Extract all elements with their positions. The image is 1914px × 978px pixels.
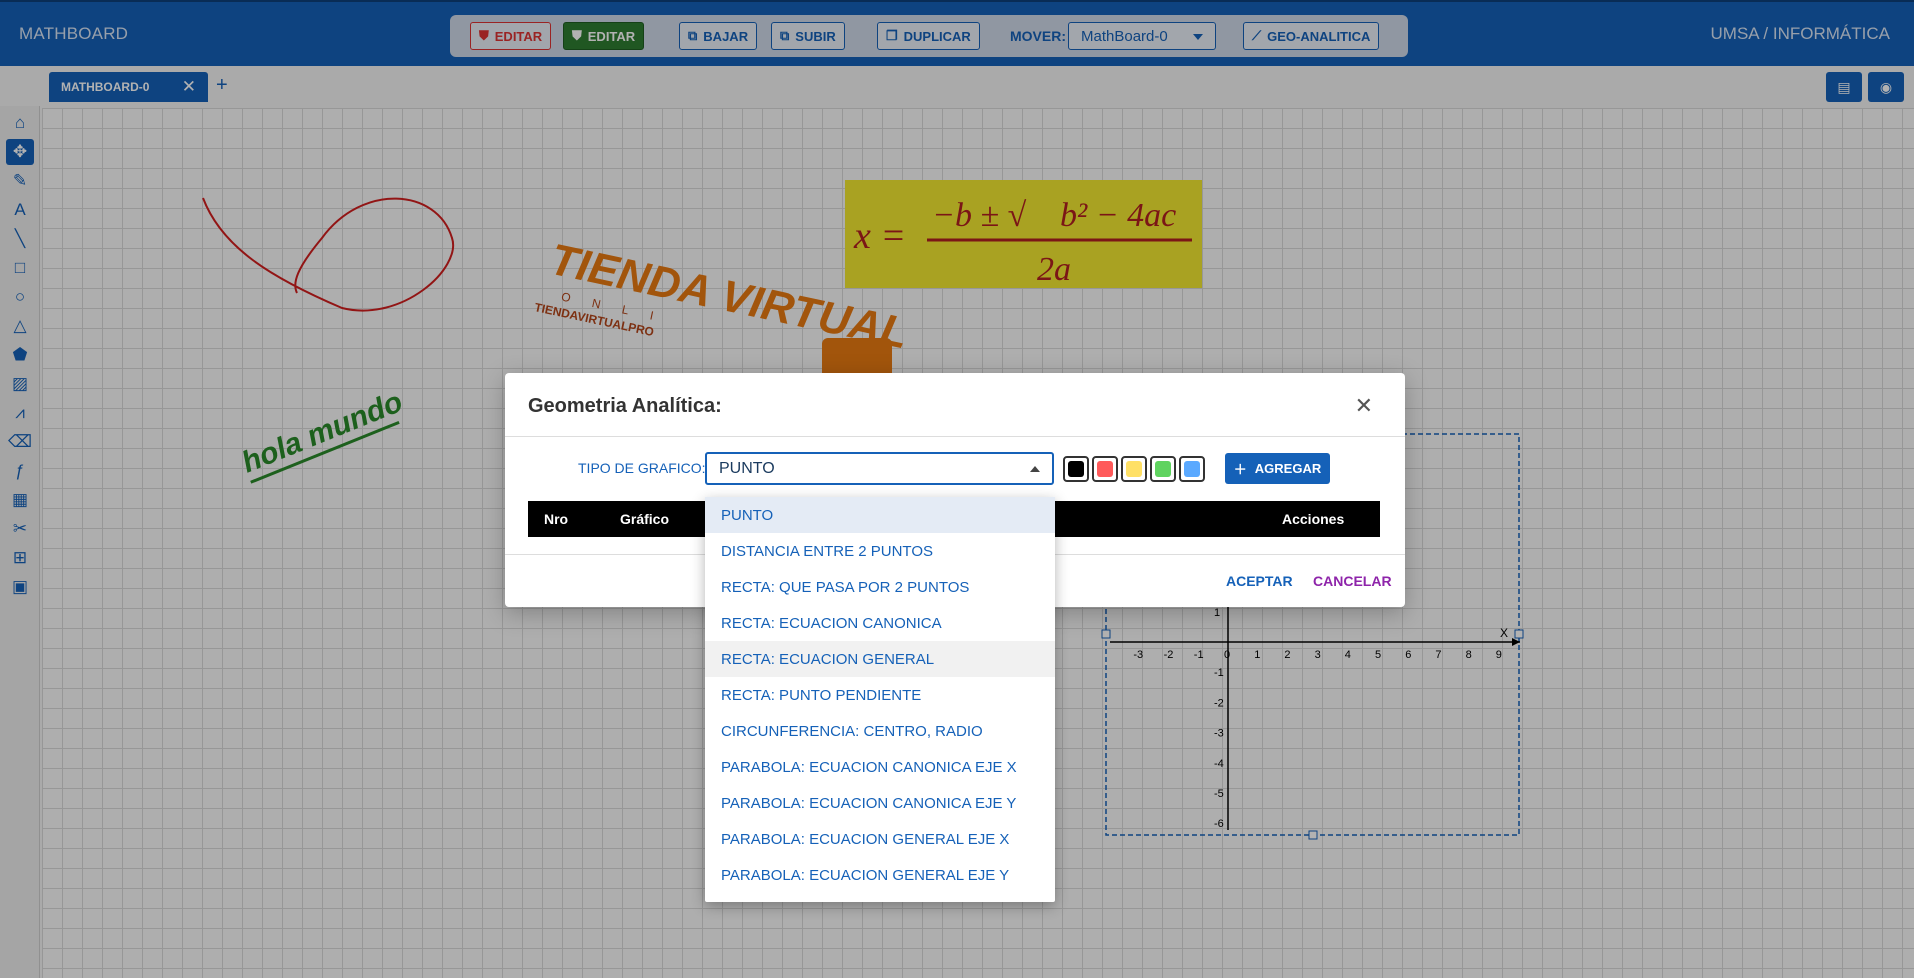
tipo-grafico-label: TIPO DE GRAFICO: — [578, 460, 706, 476]
plus-icon: ＋ — [1233, 462, 1247, 477]
dropdown-option[interactable]: PARABOLA: ECUACION CANONICA EJE X — [705, 749, 1055, 785]
close-icon[interactable]: ✕ — [1355, 393, 1373, 419]
agregar-button[interactable]: ＋ AGREGAR — [1225, 453, 1330, 484]
color-swatch-blue[interactable] — [1179, 456, 1205, 482]
dropdown-option[interactable]: CIRCUNFERENCIA: CENTRO, RADIO — [705, 713, 1055, 749]
tipo-grafico-select[interactable]: PUNTO — [705, 452, 1054, 485]
tipo-grafico-dropdown: PUNTO DISTANCIA ENTRE 2 PUNTOS RECTA: QU… — [705, 497, 1055, 902]
chevron-up-icon — [1030, 466, 1040, 472]
color-swatch-green[interactable] — [1150, 456, 1176, 482]
color-swatch-black[interactable] — [1063, 456, 1089, 482]
dropdown-option[interactable]: RECTA: ECUACION CANONICA — [705, 605, 1055, 641]
dropdown-option[interactable]: PARABOLA: ECUACION GENERAL EJE Y — [705, 857, 1055, 893]
dropdown-option[interactable]: RECTA: QUE PASA POR 2 PUNTOS — [705, 569, 1055, 605]
dropdown-option[interactable]: RECTA: PUNTO PENDIENTE — [705, 677, 1055, 713]
dropdown-option[interactable]: PARABOLA: ECUACION CANONICA EJE Y — [705, 785, 1055, 821]
dropdown-option[interactable]: DISTANCIA ENTRE 2 PUNTOS — [705, 533, 1055, 569]
dropdown-option[interactable]: RECTA: ECUACION GENERAL — [705, 641, 1055, 677]
divider — [505, 436, 1405, 437]
color-swatch-red[interactable] — [1092, 456, 1118, 482]
color-swatch-yellow[interactable] — [1121, 456, 1147, 482]
aceptar-button[interactable]: ACEPTAR — [1226, 573, 1293, 589]
col-acciones: Acciones — [1282, 511, 1345, 527]
dropdown-option[interactable]: PUNTO — [705, 497, 1055, 533]
col-nro: Nro — [544, 511, 569, 527]
dropdown-option[interactable]: PARABOLA: ECUACION GENERAL EJE X — [705, 821, 1055, 857]
cancelar-button[interactable]: CANCELAR — [1313, 573, 1392, 589]
col-grafico: Gráfico — [620, 511, 670, 527]
modal-title: Geometria Analítica: — [528, 395, 722, 417]
